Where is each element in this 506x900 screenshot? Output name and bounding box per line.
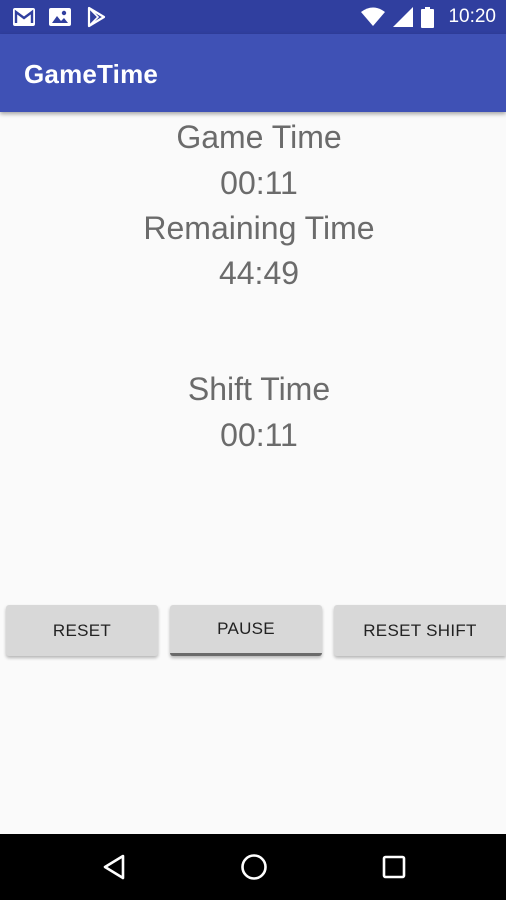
app-title: GameTime <box>24 59 159 89</box>
timer-screen: Game Time 00:11 Remaining Time 44:49 Shi… <box>0 112 506 834</box>
status-bar: 10:20 <box>0 0 506 34</box>
home-button[interactable] <box>236 849 272 885</box>
game-time-label: Game Time <box>176 119 342 155</box>
status-clock: 10:20 <box>448 6 496 27</box>
shift-time-value: 00:11 <box>220 417 298 453</box>
mail-icon <box>13 8 35 26</box>
navigation-bar <box>0 834 506 900</box>
reset-button[interactable]: RESET <box>6 605 158 656</box>
app-bar: GameTime <box>0 34 506 112</box>
remaining-time-value: 44:49 <box>218 255 300 291</box>
recents-icon <box>382 855 406 879</box>
back-button[interactable] <box>96 849 132 885</box>
notification-icons <box>12 6 108 28</box>
signal-icon <box>393 7 414 27</box>
gallery-icon <box>49 8 71 26</box>
game-time-value: 00:11 <box>220 165 298 201</box>
wifi-icon <box>361 7 386 26</box>
remaining-time-label: Remaining Time <box>143 210 375 246</box>
recents-button[interactable] <box>376 849 412 885</box>
pause-button[interactable]: PAUSE <box>170 605 322 656</box>
play-store-icon <box>87 6 106 28</box>
back-icon <box>103 854 125 880</box>
shift-time-label: Shift Time <box>187 371 331 407</box>
reset-shift-button[interactable]: RESET SHIFT <box>334 605 506 656</box>
system-icons: 10:20 <box>361 6 496 28</box>
home-icon <box>241 854 267 880</box>
battery-icon <box>421 6 435 28</box>
